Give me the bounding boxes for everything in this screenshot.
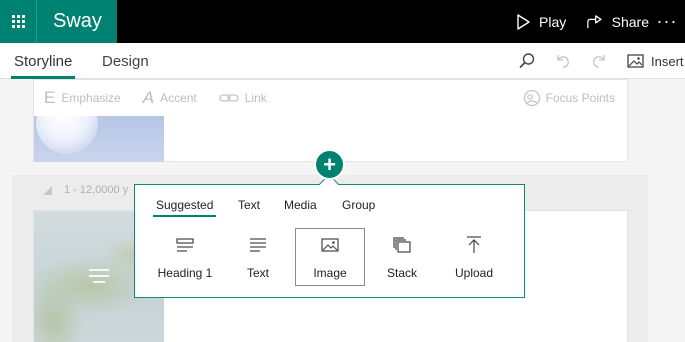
insert-button[interactable]: Insert [627, 43, 684, 79]
upload-card-button[interactable]: Upload [439, 228, 509, 286]
insert-image-icon [627, 54, 644, 68]
upload-label: Upload [454, 266, 494, 280]
content-card: E Emphasize A Accent Link Focus Points [33, 79, 628, 162]
redo-icon[interactable] [590, 52, 608, 70]
app-launcher-button[interactable] [0, 0, 37, 43]
tab-suggested[interactable]: Suggested [152, 198, 217, 217]
accent-button[interactable]: A Accent [143, 88, 197, 108]
insert-label: Insert [651, 53, 684, 69]
image-card-button[interactable]: Image [295, 228, 365, 286]
search-icon[interactable] [518, 52, 536, 70]
emphasize-button[interactable]: E Emphasize [44, 88, 121, 108]
app-name[interactable]: Sway [37, 0, 117, 43]
app-header: Sway Play Share ··· [0, 0, 685, 43]
tab-group[interactable]: Group [342, 198, 375, 212]
emphasize-label: Emphasize [61, 91, 121, 105]
tab-media[interactable]: Media [284, 198, 317, 212]
play-label: Play [539, 13, 567, 30]
share-label: Share [611, 13, 649, 30]
section-header[interactable]: 1 - 12,0000 y [43, 184, 129, 196]
more-options-button[interactable]: ··· [649, 0, 685, 43]
text-card-button[interactable]: Text [223, 228, 293, 286]
share-icon [587, 14, 602, 28]
add-card-button[interactable]: + [316, 151, 343, 178]
tab-text[interactable]: Text [238, 198, 260, 212]
emphasize-icon: E [44, 88, 56, 107]
moon-shape [36, 116, 98, 154]
heading-1-label: Heading 1 [157, 266, 213, 280]
text-lines-icon [250, 238, 266, 252]
card-type-list: Heading 1 Text Image Stack Upload [135, 228, 524, 286]
image-icon [321, 238, 339, 252]
header-actions: Play Share ··· [501, 0, 685, 43]
image-label: Image [313, 266, 347, 280]
insert-card-popup: Suggested Text Media Group Heading 1 Tex… [134, 184, 525, 298]
play-icon [517, 13, 530, 30]
stack-label: Stack [386, 266, 417, 280]
format-toolbar: E Emphasize A Accent Link Focus Points [34, 80, 627, 116]
heading-1-card-button[interactable]: Heading 1 [150, 228, 220, 286]
text-overlay-icon [89, 269, 109, 283]
share-button[interactable]: Share [575, 0, 649, 43]
play-button[interactable]: Play [501, 0, 575, 43]
upload-icon [467, 236, 481, 253]
undo-icon[interactable] [554, 52, 572, 70]
navigation-bar: Storyline Design Insert [0, 43, 685, 79]
text-label: Text [246, 266, 269, 280]
section-label-text: 1 - 12,0000 y [64, 184, 129, 196]
focus-points-label: Focus Points [545, 91, 615, 105]
focus-points-button[interactable]: Focus Points [523, 80, 615, 116]
tab-storyline[interactable]: Storyline [10, 43, 76, 79]
focus-points-icon [523, 89, 540, 107]
accent-label: Accent [160, 91, 197, 105]
accent-icon: A [142, 88, 155, 107]
collapse-triangle-icon [43, 185, 52, 195]
link-button[interactable]: Link [219, 91, 267, 105]
moon-image[interactable] [34, 116, 164, 162]
heading-icon [176, 238, 194, 252]
stack-card-button[interactable]: Stack [367, 228, 437, 286]
link-label: Link [244, 91, 267, 105]
waffle-icon [11, 15, 25, 28]
stack-icon [393, 237, 411, 253]
tab-design[interactable]: Design [102, 43, 149, 79]
link-icon [219, 94, 239, 102]
